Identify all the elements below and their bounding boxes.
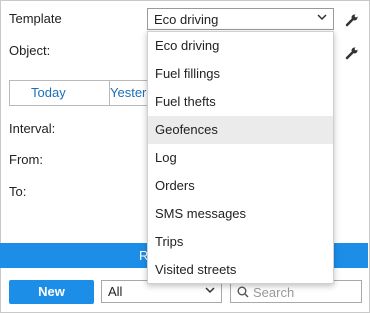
- template-select-value: Eco driving: [154, 12, 219, 27]
- option-log[interactable]: Log: [148, 144, 333, 172]
- option-fuel-thefts[interactable]: Fuel thefts: [148, 88, 333, 116]
- option-geofences[interactable]: Geofences: [148, 116, 333, 144]
- new-button[interactable]: New: [9, 280, 94, 304]
- chevron-down-icon: [317, 11, 327, 26]
- interval-label: Interval:: [9, 121, 56, 136]
- to-label: To:: [9, 184, 27, 199]
- template-dropdown-list: Eco driving Fuel fillings Fuel thefts Ge…: [147, 31, 334, 284]
- search-placeholder: Search: [253, 285, 295, 300]
- option-trips[interactable]: Trips: [148, 228, 333, 256]
- filter-chevron-down-icon: [205, 284, 215, 299]
- option-visited-streets[interactable]: Visited streets: [148, 256, 333, 284]
- object-label: Object:: [9, 43, 51, 58]
- template-select[interactable]: Eco driving: [147, 8, 334, 30]
- wrench-icon[interactable]: [345, 13, 359, 27]
- option-orders[interactable]: Orders: [148, 172, 333, 200]
- tab-today[interactable]: Today: [31, 81, 66, 105]
- option-eco-driving[interactable]: Eco driving: [148, 32, 333, 60]
- template-label: Template: [9, 11, 62, 26]
- object-wrench-icon[interactable]: [345, 46, 359, 60]
- option-fuel-fillings[interactable]: Fuel fillings: [148, 60, 333, 88]
- from-label: From:: [9, 152, 43, 167]
- filter-select-value: All: [108, 284, 123, 299]
- option-sms-messages[interactable]: SMS messages: [148, 200, 333, 228]
- search-icon: [237, 286, 249, 298]
